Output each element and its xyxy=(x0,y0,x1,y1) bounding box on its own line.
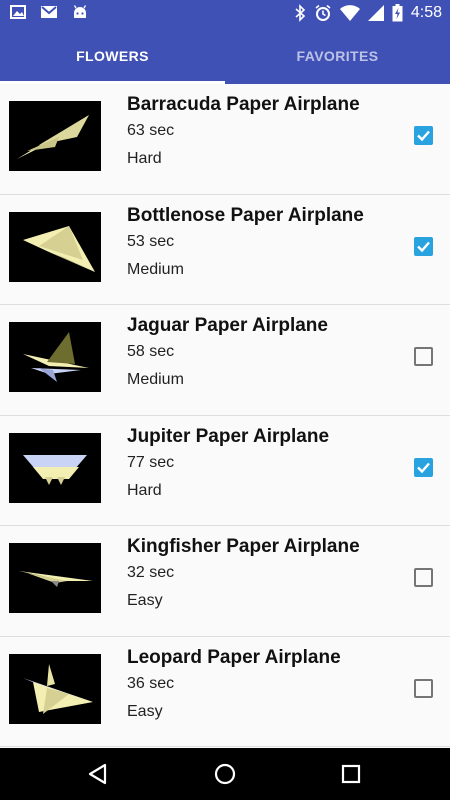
item-title: Kingfisher Paper Airplane xyxy=(127,536,360,557)
airplane-thumbnail xyxy=(9,543,101,613)
list-item[interactable]: Barracuda Paper Airplane 63 sec Hard xyxy=(0,84,450,195)
favorite-checkbox[interactable] xyxy=(414,457,433,477)
tab-bar: FLOWERS FAVORITES xyxy=(0,28,450,84)
item-title: Barracuda Paper Airplane xyxy=(127,94,360,115)
back-icon[interactable] xyxy=(85,761,111,787)
list-item[interactable]: Jaguar Paper Airplane 58 sec Medium xyxy=(0,305,450,416)
favorite-checkbox[interactable] xyxy=(414,126,433,145)
tab-favorites[interactable]: FAVORITES xyxy=(225,28,450,84)
airplane-thumbnail xyxy=(9,432,101,503)
list-item[interactable]: Leopard Paper Airplane 36 sec Easy xyxy=(0,637,450,747)
item-difficulty: Medium xyxy=(127,371,184,388)
item-title: Leopard Paper Airplane xyxy=(127,646,341,668)
item-difficulty: Hard xyxy=(127,481,162,499)
favorite-checkbox[interactable] xyxy=(414,678,433,698)
item-time: 32 sec xyxy=(127,564,175,581)
check-icon xyxy=(417,241,430,252)
cellular-icon xyxy=(367,5,384,21)
tab-flowers[interactable]: FLOWERS xyxy=(0,28,225,84)
recents-icon[interactable] xyxy=(338,761,364,787)
airplane-thumbnail xyxy=(9,322,101,392)
item-title: Bottlenose Paper Airplane xyxy=(127,204,364,226)
image-icon xyxy=(10,4,26,20)
status-time: 4:58 xyxy=(410,4,442,21)
item-title: Jupiter Paper Airplane xyxy=(127,425,330,447)
airplane-thumbnail xyxy=(9,101,101,171)
list-item[interactable]: Jupiter Paper Airplane 77 sec Hard xyxy=(0,416,450,526)
home-icon[interactable] xyxy=(212,761,238,787)
list-item[interactable]: Kingfisher Paper Airplane 32 sec Easy xyxy=(0,526,450,637)
alarm-icon xyxy=(314,4,332,22)
airplane-thumbnail xyxy=(9,653,101,724)
android-icon xyxy=(72,4,88,20)
list-item[interactable]: Bottlenose Paper Airplane 53 sec Medium xyxy=(0,195,450,305)
item-title: Jaguar Paper Airplane xyxy=(127,315,328,336)
gmail-icon xyxy=(40,4,58,20)
item-time: 53 sec xyxy=(127,232,175,250)
item-difficulty: Medium xyxy=(127,260,184,278)
navigation-bar xyxy=(0,748,450,800)
item-difficulty: Easy xyxy=(127,592,163,609)
airplane-thumbnail xyxy=(9,211,101,282)
wifi-icon xyxy=(339,5,360,21)
favorite-checkbox[interactable] xyxy=(414,347,433,366)
item-difficulty: Hard xyxy=(127,150,162,167)
favorite-checkbox[interactable] xyxy=(414,568,433,587)
battery-icon xyxy=(392,4,403,22)
item-time: 36 sec xyxy=(127,674,175,692)
bluetooth-icon xyxy=(294,4,306,22)
check-icon xyxy=(417,130,430,142)
item-time: 63 sec xyxy=(127,122,175,139)
app-screen: 4:58 FLOWERS FAVORITES Barracuda Paper A… xyxy=(0,0,450,800)
item-time: 77 sec xyxy=(127,453,175,471)
check-icon xyxy=(417,462,430,473)
status-bar: 4:58 xyxy=(0,0,450,28)
item-difficulty: Easy xyxy=(127,702,163,720)
item-time: 58 sec xyxy=(127,343,175,360)
favorite-checkbox[interactable] xyxy=(414,236,433,256)
airplane-list[interactable]: Barracuda Paper Airplane 63 sec Hard Bot… xyxy=(0,84,450,748)
